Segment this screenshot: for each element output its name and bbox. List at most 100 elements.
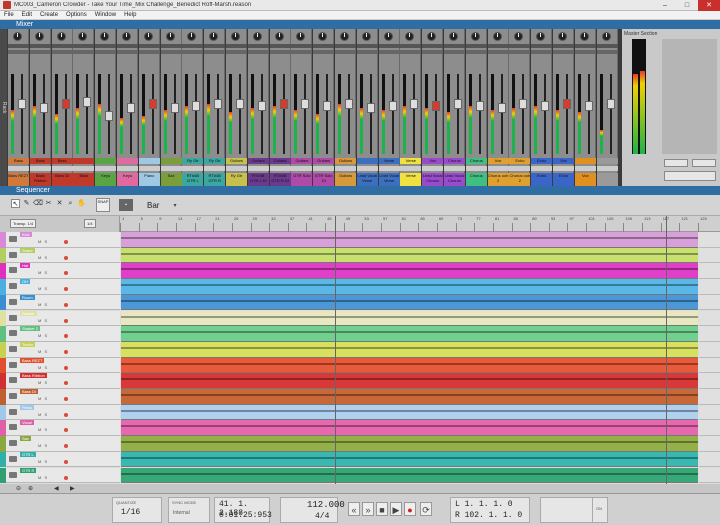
snap-toggle-icon[interactable]: ▪ — [119, 199, 133, 211]
channel-button-row[interactable] — [465, 44, 487, 48]
track-record-icon[interactable] — [64, 381, 68, 386]
channel-input-select[interactable] — [29, 166, 51, 171]
channel-fader-track[interactable] — [457, 74, 459, 154]
audio-clip[interactable] — [121, 436, 698, 452]
gain-knob-icon[interactable] — [579, 32, 589, 41]
channel-label[interactable]: Chorus ooh 2 — [509, 173, 531, 186]
mute-tool-icon[interactable]: ✕ — [55, 199, 64, 208]
channel-button-row-2[interactable] — [29, 50, 51, 54]
fader-handle[interactable] — [257, 101, 266, 111]
channel-button-row-2[interactable] — [51, 50, 73, 54]
loop-icon[interactable]: ⟳ — [420, 502, 432, 516]
zoom-in-icon[interactable]: ⊕ — [28, 485, 33, 492]
fader-handle[interactable] — [432, 101, 441, 111]
fader-handle[interactable] — [388, 101, 397, 111]
track-row[interactable]: Timbo M S — [0, 341, 720, 358]
track-mute-solo-buttons[interactable]: M S — [38, 365, 48, 370]
play-icon[interactable]: ▶ — [390, 502, 402, 516]
gain-knob-icon[interactable] — [340, 32, 349, 41]
fader-handle[interactable] — [410, 99, 419, 109]
track-header[interactable]: GTR LM S — [0, 451, 120, 468]
timeline-ruler[interactable]: 1 5 9 13 17 21 25 29 33 37 41 45 49 53 57 61 65 69 73 77 81 8… — [120, 216, 720, 232]
rewind-icon[interactable]: « — [348, 502, 360, 516]
channel-button-row[interactable] — [73, 44, 95, 48]
channel-label[interactable]: Chorus — [465, 173, 487, 186]
channel-button-row[interactable] — [51, 44, 73, 48]
fader-handle[interactable] — [192, 101, 201, 111]
channel-input-select[interactable] — [204, 166, 226, 171]
channel-button-row-2[interactable] — [160, 50, 182, 54]
track-mute-solo-buttons[interactable]: M S — [38, 270, 48, 275]
track-header[interactable]: Bass Ribbon M S — [0, 373, 120, 389]
fader-handle[interactable] — [18, 99, 26, 109]
loop-left[interactable]: L 1. 1. 1. 0 — [455, 500, 513, 509]
track-header[interactable]: Bass DI M S — [0, 389, 120, 405]
channel-input-select[interactable] — [553, 166, 574, 171]
channel-fader-track[interactable] — [130, 74, 132, 154]
track-row[interactable]: Bass Ribbon M S — [0, 373, 720, 389]
channel-label[interactable]: Bass REZT — [8, 173, 29, 186]
fader-handle[interactable] — [497, 103, 506, 113]
track-row[interactable]: Shaker 2M S — [0, 326, 720, 342]
fader-handle[interactable] — [563, 99, 571, 109]
channel-button-row-2[interactable] — [531, 50, 553, 54]
channel-label[interactable]: Sax — [160, 173, 182, 186]
song-time[interactable]: 0:01:25:953 — [219, 511, 272, 520]
channel-input-select[interactable] — [574, 166, 596, 171]
fast-forward-icon[interactable]: » — [362, 502, 374, 516]
time-signature[interactable]: 4/4 — [315, 512, 329, 521]
fader-handle[interactable] — [541, 101, 550, 111]
track-mute-solo-buttons[interactable]: M S — [38, 380, 48, 385]
menu-file[interactable]: File — [0, 12, 18, 18]
fader-handle[interactable] — [454, 99, 462, 109]
channel-fader-track[interactable] — [86, 74, 89, 154]
track-mute-solo-buttons[interactable]: M S — [38, 459, 48, 464]
channel-fader-track[interactable] — [239, 74, 241, 154]
rack-tab[interactable]: Rack — [0, 29, 7, 186]
channel-button-row[interactable] — [269, 44, 291, 48]
audio-clip[interactable] — [121, 279, 698, 295]
track-record-icon[interactable] — [64, 318, 68, 323]
channel-button-row[interactable] — [531, 44, 553, 48]
track-record-icon[interactable] — [64, 365, 68, 370]
channel-label[interactable]: Ry Gtr — [226, 173, 247, 186]
fader-handle[interactable] — [127, 103, 135, 113]
track-mute-solo-buttons[interactable]: M S — [38, 286, 48, 291]
track-mute-solo-buttons[interactable]: M S — [38, 396, 48, 401]
menu-create[interactable]: Create — [36, 12, 62, 18]
channel-label[interactable]: Keys — [117, 173, 138, 186]
channel-button-row[interactable] — [204, 44, 226, 48]
track-name[interactable]: Sax — [20, 436, 31, 442]
channel-label[interactable]: Verse — [400, 173, 422, 186]
snap-button[interactable]: SNAP — [96, 198, 110, 212]
channel-fader-track[interactable] — [260, 74, 263, 154]
zoom-out-icon[interactable]: ⊖ — [16, 485, 21, 492]
track-record-icon[interactable] — [64, 255, 68, 260]
channel-fader-track[interactable] — [522, 74, 525, 154]
gain-knob-icon[interactable] — [34, 32, 44, 41]
channel-button-row-2[interactable] — [553, 50, 574, 54]
channel-input-select[interactable] — [313, 166, 335, 171]
channel-fader-track[interactable] — [435, 74, 438, 154]
channel-button-row-2[interactable] — [444, 50, 465, 54]
channel-label[interactable] — [596, 173, 618, 186]
channel-label[interactable]: Keys — [95, 173, 117, 186]
track-name[interactable]: Kick — [20, 232, 32, 237]
channel-button-row-2[interactable] — [204, 50, 226, 54]
track-record-icon[interactable] — [64, 475, 68, 480]
channel-input-select[interactable] — [51, 166, 73, 171]
gain-knob-icon[interactable] — [514, 32, 524, 41]
track-record-icon[interactable] — [64, 428, 68, 433]
channel-label[interactable]: Bass Ribbon — [29, 173, 51, 186]
channel-button-row[interactable] — [313, 44, 335, 48]
track-header[interactable]: Kick M S — [0, 232, 120, 248]
channel-input-select[interactable] — [73, 166, 95, 171]
track-record-icon[interactable] — [64, 459, 68, 464]
track-name[interactable]: GTR R — [20, 467, 37, 473]
channel-fader-track[interactable] — [391, 74, 394, 154]
track-name[interactable]: Bass DI — [20, 389, 39, 394]
channel-button-row[interactable] — [422, 44, 444, 48]
record-icon[interactable]: ● — [404, 502, 416, 516]
audio-clip[interactable] — [121, 389, 698, 405]
channel-fader-track[interactable] — [566, 74, 568, 154]
